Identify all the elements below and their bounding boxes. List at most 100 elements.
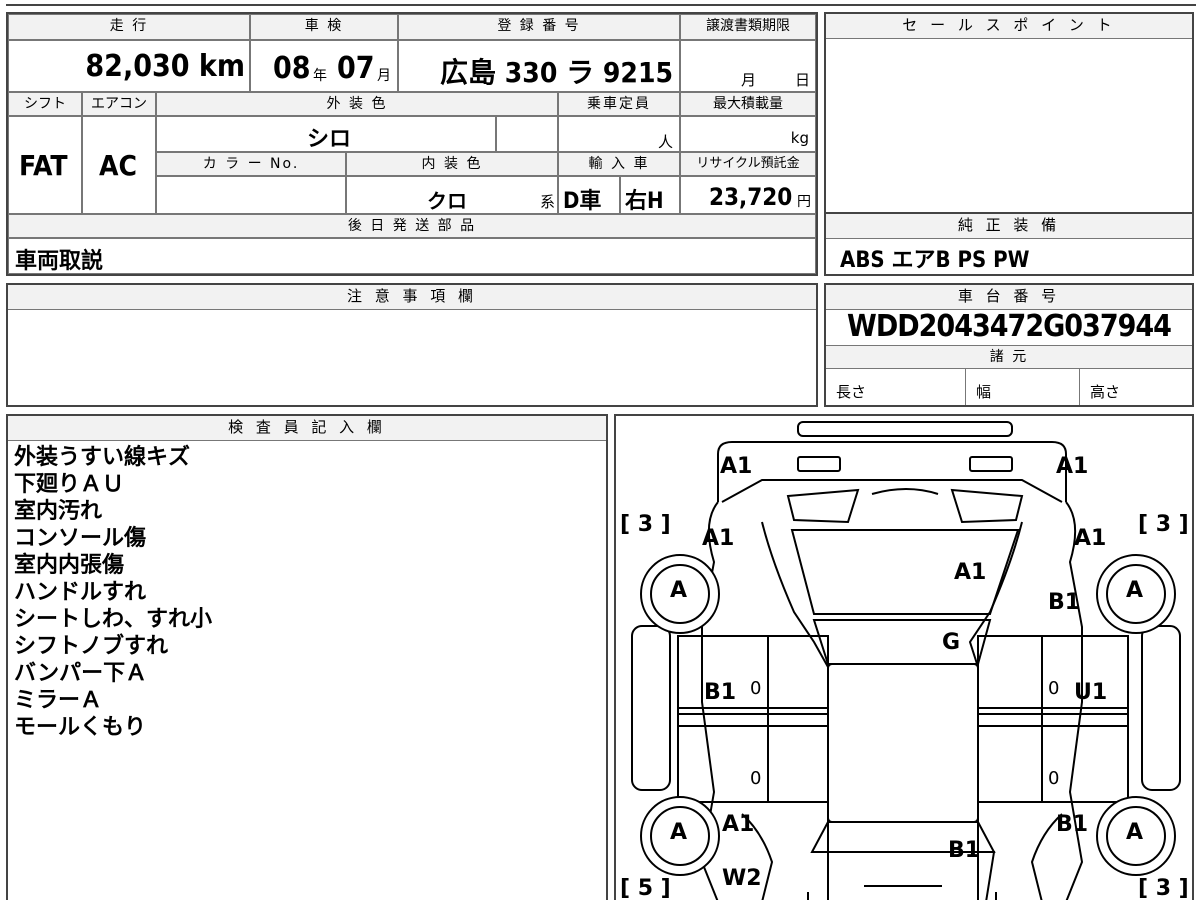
mark-zero-1: 0 [750,678,762,699]
inspector-line: 外装うすい線キズ [14,445,191,470]
vehicle-info-table: 走 行 車 検 登 録 番 号 譲渡書類期限 82,030 km 08 年 07… [6,12,818,276]
import-cell-1: D車 [558,176,620,214]
mark-rear-right: B1 [1056,812,1089,837]
notes-box: 注 意 事 項 欄 [6,283,818,407]
recycle-header: リサイクル預託金 [680,152,816,176]
inspector-line: ミラーＡ [14,688,103,713]
chassis-number: WDD2043472G037944 [847,309,1172,344]
interior-suffix: 系 [539,193,555,211]
transfer-cell: 月 日 [680,40,816,92]
mark-rear-bottom-left: W2 [722,866,762,891]
spec-width-label: 幅 [976,383,992,401]
color-no-cell [156,176,346,214]
mark-fender-fl: A1 [702,526,735,551]
chassis-box: 車 台 番 号 WDD2043472G037944 諸 元 長さ 幅 高さ [824,283,1194,407]
bracket-front-right: [ 3 ] [1138,512,1189,537]
inspector-line: 下廻りＡＵ [14,472,125,497]
import-cell-2: 右H [620,176,680,214]
inspection-year: 08 [273,51,311,86]
bracket-rear-right: [ 3 ] [1138,876,1189,900]
inspector-line: シートしわ、すれ小 [14,607,213,632]
genuine-equipment-header: 純 正 装 備 [826,214,1192,239]
registration-cell: 広島 330 ラ 9215 [398,40,680,92]
mileage-header: 走 行 [8,14,250,40]
wheel-rr-mark: A [1126,820,1144,845]
registration-header: 登 録 番 号 [398,14,680,40]
mileage-value: 82,030 km [85,49,245,84]
capacity-header: 乗車定員 [558,92,680,116]
recycle-cell: 23,720 円 [680,176,816,214]
inspector-line: ハンドルすれ [14,580,147,605]
max-load-header: 最大積載量 [680,92,816,116]
exterior-extra-cell [496,116,558,152]
inspector-line: 室内内張傷 [14,553,125,578]
sales-point-header: セ ー ル ス ポ イ ン ト [826,14,1192,39]
spec-width-cell: 幅 [966,369,1080,405]
interior-cell: クロ 系 [346,176,558,214]
max-load-cell: kg [680,116,816,152]
capacity-cell: 人 [558,116,680,152]
shift-header: シフト [8,92,82,116]
exterior-cell: シロ [156,116,496,152]
spec-height-cell: 高さ [1080,369,1192,405]
wheel-front-right: A [1096,554,1176,634]
car-damage-diagram: A A A A [ 3 ] [ 3 ] [ 5 ] [ 3 ] A1 A1 A1… [614,414,1194,900]
inspector-box: 検 査 員 記 入 欄 外装うすい線キズ 下廻りＡＵ 室内汚れ コンソール傷 室… [6,414,608,900]
top-clipped-strip [0,0,1200,8]
import-value-2: 右H [625,189,664,214]
genuine-equipment-value: ABS エアB PS PW [840,248,1030,273]
registration-value: 広島 330 ラ 9215 [440,56,673,89]
inspection-cell: 08 年 07 月 [250,40,398,92]
wheel-rear-right: A [1096,796,1176,876]
inspector-line: バンパー下Ａ [14,661,148,686]
ac-cell: AC [82,116,156,214]
mark-trunk: B1 [948,838,981,863]
mark-front-right: A1 [1056,454,1089,479]
mark-windshield: A1 [954,560,987,585]
max-load-unit: kg [790,129,809,147]
interior-value: クロ [427,189,467,213]
mark-roof: G [942,630,961,655]
chassis-header: 車 台 番 号 [826,285,1192,310]
inspector-lines: 外装うすい線キズ 下廻りＡＵ 室内汚れ コンソール傷 室内内張傷 ハンドルすれ … [14,444,212,741]
shift-value: FAT [19,149,68,182]
mark-door-left: B1 [704,680,737,705]
recycle-unit: 円 [797,194,811,210]
mark-zero-3: 0 [750,768,762,789]
wheel-fl-mark: A [670,578,688,603]
inspector-header: 検 査 員 記 入 欄 [8,416,606,441]
inspection-year-unit: 年 [313,68,327,84]
inspector-line: コンソール傷 [14,526,147,551]
mark-fender-fr: A1 [1074,526,1107,551]
import-value-1: D車 [563,189,602,214]
mark-rear-left: A1 [722,812,755,837]
mark-hood-right: B1 [1048,590,1081,615]
transfer-day-unit: 日 [795,71,811,89]
capacity-unit: 人 [657,133,673,151]
ac-header: エアコン [82,92,156,116]
wheel-rl-mark: A [670,820,688,845]
mileage-cell: 82,030 km [8,40,250,92]
sales-point-box: セ ー ル ス ポ イ ン ト [824,12,1194,214]
exterior-header: 外 装 色 [156,92,558,116]
later-parts-cell: 車両取説 [8,238,816,274]
bracket-rear-left: [ 5 ] [620,876,671,900]
inspector-line: モールくもり [14,715,147,740]
wheel-rear-left: A [640,796,720,876]
notes-header: 注 意 事 項 欄 [8,285,816,310]
mark-door-right: U1 [1074,680,1108,705]
interior-header: 内 装 色 [346,152,558,176]
inspector-line: 室内汚れ [14,499,103,524]
spec-length-cell: 長さ [826,369,966,405]
mark-front-left: A1 [720,454,753,479]
inspection-month: 07 [337,51,375,86]
color-no-header: カ ラ ー No. [156,152,346,176]
wheel-fr-mark: A [1126,578,1144,603]
genuine-equipment-box: 純 正 装 備 ABS エアB PS PW [824,212,1194,276]
mark-zero-4: 0 [1048,768,1060,789]
later-parts-header: 後 日 発 送 部 品 [8,214,816,238]
bracket-front-left: [ 3 ] [620,512,671,537]
specs-header: 諸 元 [826,345,1192,369]
ac-value: AC [99,149,137,182]
inspection-month-unit: 月 [377,68,391,84]
